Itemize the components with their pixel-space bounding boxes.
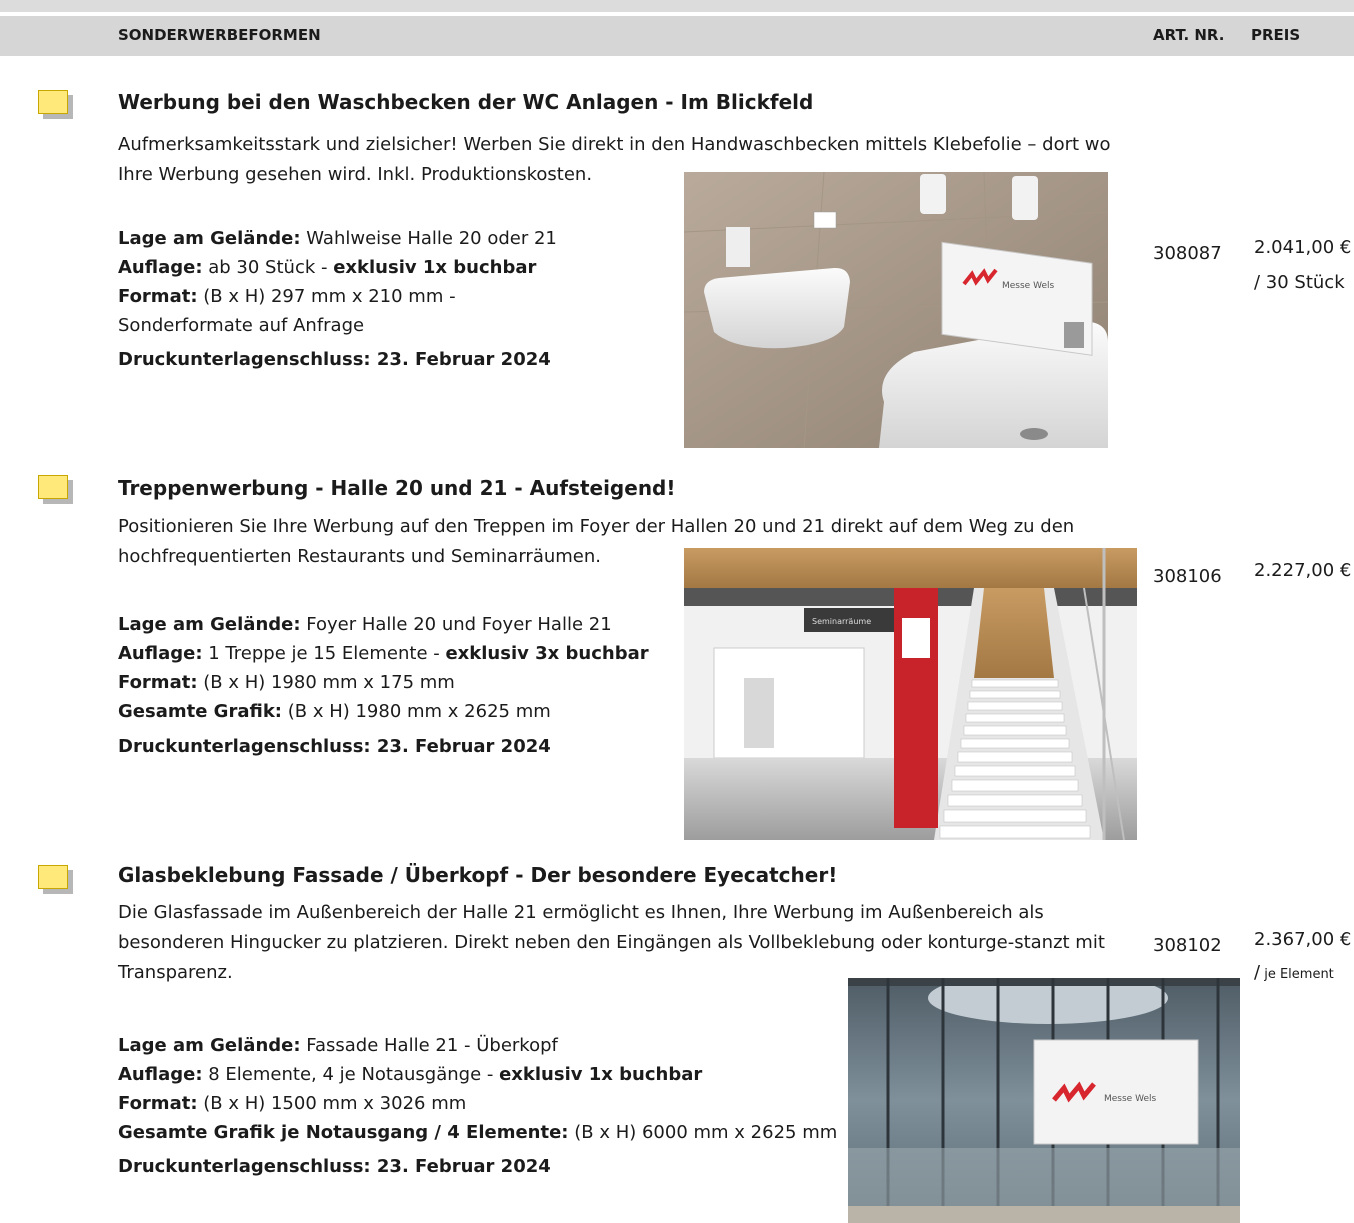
format-label: Format:	[118, 286, 198, 307]
grafik-value: (B x H) 6000 mm x 2625 mm	[568, 1122, 838, 1143]
item-3-description: Die Glasfassade im Außenbereich der Hall…	[118, 902, 1105, 983]
item-2-title: Treppenwerbung - Halle 20 und 21 - Aufst…	[118, 476, 676, 500]
svg-text:Messe Wels: Messe Wels	[1002, 281, 1054, 291]
svg-text:Seminarräume: Seminarräume	[812, 617, 871, 626]
item-3-price: 2.367,00 €	[1254, 929, 1352, 950]
item-1-deadline: Druckunterlagenschluss: 23. Februar 2024	[118, 349, 551, 370]
unit-text: je Element	[1260, 967, 1334, 982]
format-note: Sonderformate auf Anfrage	[118, 315, 365, 336]
item-2-art-nr: 308106	[1153, 566, 1222, 587]
item-1-photo-washbasin: Messe Wels	[684, 172, 1108, 448]
item-2-specs: Lage am Gelände: Foyer Halle 20 und Foye…	[118, 610, 649, 726]
grafik-value: (B x H) 1980 mm x 2625 mm	[282, 701, 551, 722]
item-3-facade-banner: Messe Wels	[1033, 1039, 1199, 1145]
auflage-value: 8 Elemente, 4 je Notausgänge -	[202, 1064, 500, 1085]
lage-value: Fassade Halle 21 - Überkopf	[300, 1035, 558, 1056]
auflage-label: Auflage:	[118, 643, 203, 664]
item-3-deadline: Druckunterlagenschluss: 23. Februar 2024	[118, 1156, 551, 1177]
item-3-checkbox[interactable]	[38, 865, 68, 889]
item-3-photo-facade: Messe Wels	[848, 978, 1240, 1223]
auflage-label: Auflage:	[118, 1064, 203, 1085]
format-label: Format:	[118, 672, 198, 693]
auflage-value: 1 Treppe je 15 Elemente -	[202, 643, 446, 664]
lage-value: Wahlweise Halle 20 oder 21	[300, 228, 557, 249]
item-1-title: Werbung bei den Waschbecken der WC Anlag…	[118, 90, 814, 114]
item-3-specs: Lage am Gelände: Fassade Halle 21 - Über…	[118, 1031, 837, 1147]
item-1-price: 2.041,00 €	[1254, 237, 1352, 258]
item-1-checkbox[interactable]	[38, 90, 68, 114]
top-strip	[0, 0, 1354, 12]
lage-label: Lage am Gelände:	[118, 1035, 301, 1056]
item-2-photo-staircase: Seminarräume	[684, 548, 1137, 840]
format-label: Format:	[118, 1093, 198, 1114]
item-1-specs: Lage am Gelände: Wahlweise Halle 20 oder…	[118, 224, 557, 340]
auflage-value: ab 30 Stück -	[202, 257, 334, 278]
section-heading: SONDERWERBEFORMEN	[118, 26, 321, 44]
item-3-art-nr: 308102	[1153, 935, 1222, 956]
format-value: (B x H) 1980 mm x 175 mm	[197, 672, 455, 693]
grafik-label: Gesamte Grafik:	[118, 701, 282, 722]
item-2-price: 2.227,00 €	[1254, 560, 1352, 581]
auflage-exclusive: exklusiv 1x buchbar	[499, 1064, 703, 1085]
auflage-label: Auflage:	[118, 257, 203, 278]
item-2-deadline: Druckunterlagenschluss: 23. Februar 2024	[118, 736, 551, 757]
auflage-exclusive: exklusiv 3x buchbar	[445, 643, 649, 664]
item-3-title: Glasbeklebung Fassade / Überkopf - Der b…	[118, 863, 838, 887]
table-header: SONDERWERBEFORMEN ART. NR. PREIS	[0, 16, 1354, 56]
format-value: (B x H) 1500 mm x 3026 mm	[197, 1093, 467, 1114]
item-1-price-unit: / 30 Stück	[1254, 272, 1345, 293]
grafik-label: Gesamte Grafik je Notausgang / 4 Element…	[118, 1122, 569, 1143]
format-value: (B x H) 297 mm x 210 mm -	[197, 286, 456, 307]
item-3-price-unit: / je Element	[1254, 962, 1334, 983]
auflage-exclusive: exklusiv 1x buchbar	[333, 257, 537, 278]
item-2-checkbox[interactable]	[38, 475, 68, 499]
lage-value: Foyer Halle 20 und Foyer Halle 21	[300, 614, 612, 635]
item-1-art-nr: 308087	[1153, 243, 1222, 264]
art-nr-column-header: ART. NR.	[1153, 26, 1225, 44]
preis-column-header: PREIS	[1251, 26, 1301, 44]
svg-text:Messe Wels: Messe Wels	[1104, 1094, 1156, 1104]
lage-label: Lage am Gelände:	[118, 614, 301, 635]
lage-label: Lage am Gelände:	[118, 228, 301, 249]
